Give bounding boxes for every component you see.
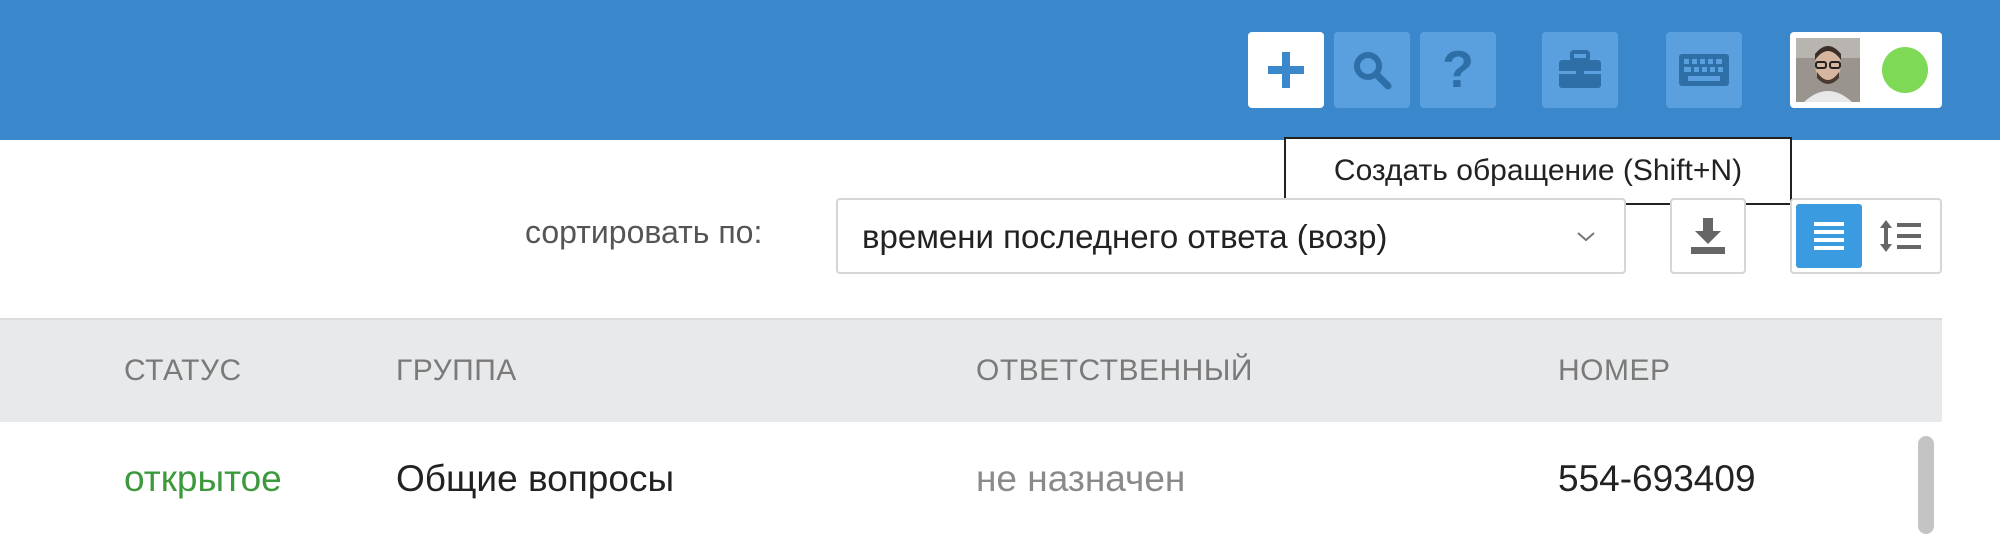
sort-selected-value: времени последнего ответа (возр) — [862, 218, 1388, 255]
user-menu[interactable] — [1790, 32, 1942, 108]
table-row[interactable]: открытое Общие вопросы не назначен 554-6… — [0, 424, 1942, 534]
briefcase-icon — [1559, 50, 1601, 88]
cell-group: Общие вопросы — [396, 458, 675, 499]
sort-label: сортировать по: — [525, 214, 763, 250]
column-header-number[interactable]: НОМЕР — [1558, 354, 1671, 388]
help-icon: ? — [1442, 41, 1474, 99]
expanded-view-button[interactable] — [1868, 204, 1934, 268]
cell-number[interactable]: 554-693409 — [1558, 458, 1756, 500]
line-height-icon — [1880, 220, 1921, 252]
tooltip: Создать обращение (Shift+N) — [1284, 137, 1792, 205]
scrollbar[interactable] — [1918, 436, 1934, 534]
keyboard-shortcuts-button[interactable] — [1666, 32, 1742, 108]
avatar[interactable] — [1796, 38, 1860, 102]
column-header-status[interactable]: СТАТУС — [124, 354, 242, 388]
help-button[interactable]: ? — [1420, 32, 1496, 108]
online-status-indicator — [1882, 47, 1928, 93]
cell-status: открытое — [124, 458, 282, 499]
cell-assignee: не назначен — [976, 458, 1186, 499]
search-icon — [1354, 52, 1392, 90]
plus-icon — [1268, 52, 1304, 88]
keyboard-icon — [1679, 54, 1729, 86]
sort-select[interactable]: времени последнего ответа (возр) — [836, 198, 1626, 274]
chevron-down-icon — [1577, 232, 1595, 242]
top-bar: ? — [0, 0, 2000, 140]
view-toggle — [1790, 198, 1942, 274]
compact-view-button[interactable] — [1796, 204, 1862, 268]
export-button[interactable] — [1670, 198, 1746, 274]
table-header: СТАТУС ГРУППА ОТВЕТСТВЕННЫЙ НОМЕР — [0, 318, 1942, 422]
column-header-group[interactable]: ГРУППА — [396, 354, 517, 388]
search-button[interactable] — [1334, 32, 1410, 108]
tools-button[interactable] — [1542, 32, 1618, 108]
list-icon — [1814, 222, 1844, 250]
column-header-assignee[interactable]: ОТВЕТСТВЕННЫЙ — [976, 354, 1253, 388]
download-icon — [1691, 218, 1725, 254]
create-ticket-button[interactable] — [1248, 32, 1324, 108]
